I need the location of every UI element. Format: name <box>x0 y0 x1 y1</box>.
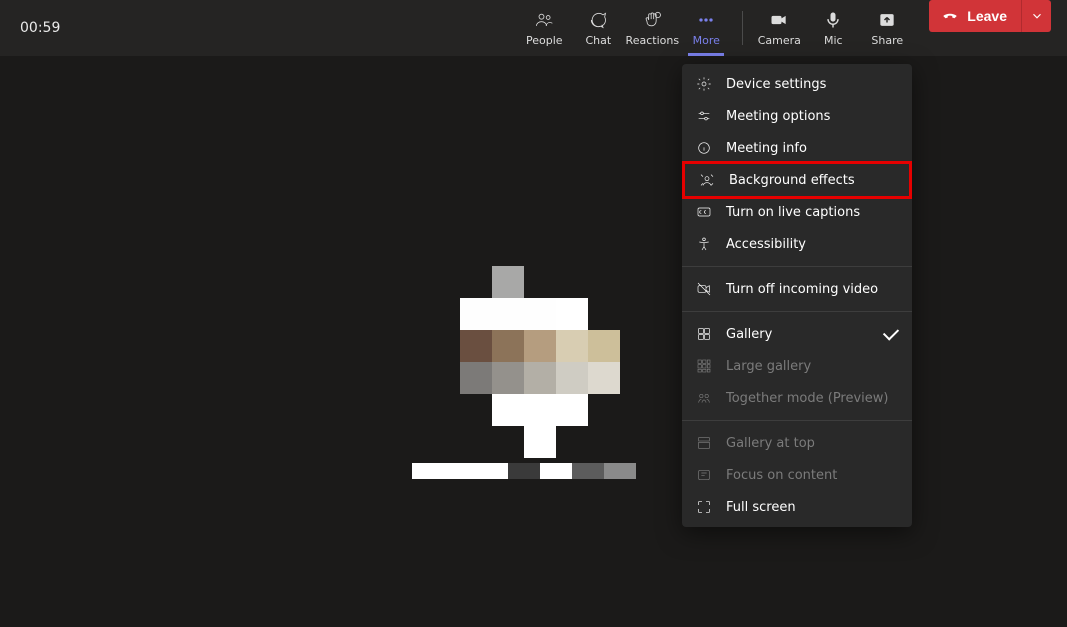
menu-separator <box>682 420 912 421</box>
gallery-top-icon <box>696 435 712 451</box>
toolbar-divider <box>742 11 743 45</box>
menu-full-screen[interactable]: Full screen <box>682 491 912 523</box>
chevron-down-icon <box>1030 9 1044 23</box>
menu-incoming-video-off[interactable]: Turn off incoming video <box>682 273 912 305</box>
reactions-label: Reactions <box>626 34 680 47</box>
share-icon <box>877 10 897 30</box>
hangup-icon <box>941 7 959 25</box>
menu-item-label: Device settings <box>726 77 826 92</box>
share-button[interactable]: Share <box>861 0 913 56</box>
menu-meeting-options[interactable]: Meeting options <box>682 100 912 132</box>
mic-button[interactable]: Mic <box>807 0 859 56</box>
large-gallery-icon <box>696 358 712 374</box>
video-off-icon <box>696 281 712 297</box>
menu-item-label: Turn on live captions <box>726 205 860 220</box>
more-button[interactable]: More <box>680 0 732 56</box>
camera-icon <box>769 10 789 30</box>
menu-device-settings[interactable]: Device settings <box>682 68 912 100</box>
reactions-button[interactable]: Reactions <box>626 0 678 56</box>
menu-large-gallery: Large gallery <box>682 350 912 382</box>
menu-item-label: Full screen <box>726 500 796 515</box>
leave-label: Leave <box>967 8 1007 24</box>
participant-avatar-pixelated <box>460 266 620 458</box>
menu-gallery-at-top: Gallery at top <box>682 427 912 459</box>
more-label: More <box>693 34 720 47</box>
leave-button[interactable]: Leave <box>929 0 1021 32</box>
menu-together-mode: Together mode (Preview) <box>682 382 912 414</box>
sliders-icon <box>696 108 712 124</box>
mic-label: Mic <box>824 34 843 47</box>
call-timer: 00:59 <box>20 20 60 36</box>
menu-background-effects[interactable]: Background effects <box>685 164 909 196</box>
menu-item-label: Large gallery <box>726 359 811 374</box>
chat-icon <box>588 10 608 30</box>
camera-button[interactable]: Camera <box>753 0 805 56</box>
leave-button-group: Leave <box>929 0 1051 32</box>
toolbar-buttons: People Chat Reactions More Camera Mic Sh… <box>518 0 1051 56</box>
menu-item-label: Meeting info <box>726 141 807 156</box>
chat-button[interactable]: Chat <box>572 0 624 56</box>
menu-focus-on-content: Focus on content <box>682 459 912 491</box>
background-effects-highlight: Background effects <box>682 161 912 199</box>
together-mode-icon <box>696 390 712 406</box>
captions-icon <box>696 204 712 220</box>
menu-gallery[interactable]: Gallery <box>682 318 912 350</box>
people-label: People <box>526 34 563 47</box>
menu-item-label: Gallery <box>726 327 772 342</box>
meeting-toolbar: 00:59 People Chat Reactions More Camera … <box>0 0 1067 56</box>
share-label: Share <box>871 34 903 47</box>
menu-item-label: Background effects <box>729 173 855 188</box>
video-stage: Device settings Meeting options Meeting … <box>0 56 1067 627</box>
ellipsis-icon <box>696 10 716 30</box>
menu-item-label: Together mode (Preview) <box>726 391 889 406</box>
fullscreen-icon <box>696 499 712 515</box>
menu-live-captions[interactable]: Turn on live captions <box>682 196 912 228</box>
menu-accessibility[interactable]: Accessibility <box>682 228 912 260</box>
hand-icon <box>642 10 662 30</box>
menu-item-label: Focus on content <box>726 468 837 483</box>
menu-item-label: Meeting options <box>726 109 830 124</box>
menu-meeting-info[interactable]: Meeting info <box>682 132 912 164</box>
menu-item-label: Accessibility <box>726 237 806 252</box>
menu-item-label: Gallery at top <box>726 436 815 451</box>
info-icon <box>696 140 712 156</box>
accessibility-icon <box>696 236 712 252</box>
menu-separator <box>682 311 912 312</box>
background-effects-icon <box>699 172 715 188</box>
leave-dropdown-button[interactable] <box>1021 0 1051 32</box>
people-button[interactable]: People <box>518 0 570 56</box>
mic-icon <box>823 10 843 30</box>
menu-item-label: Turn off incoming video <box>726 282 878 297</box>
chat-label: Chat <box>585 34 611 47</box>
menu-separator <box>682 266 912 267</box>
camera-label: Camera <box>758 34 801 47</box>
people-icon <box>534 10 554 30</box>
focus-icon <box>696 467 712 483</box>
gallery-icon <box>696 326 712 342</box>
more-actions-menu: Device settings Meeting options Meeting … <box>682 64 912 527</box>
participant-name-strip <box>412 463 636 479</box>
gear-icon <box>696 76 712 92</box>
